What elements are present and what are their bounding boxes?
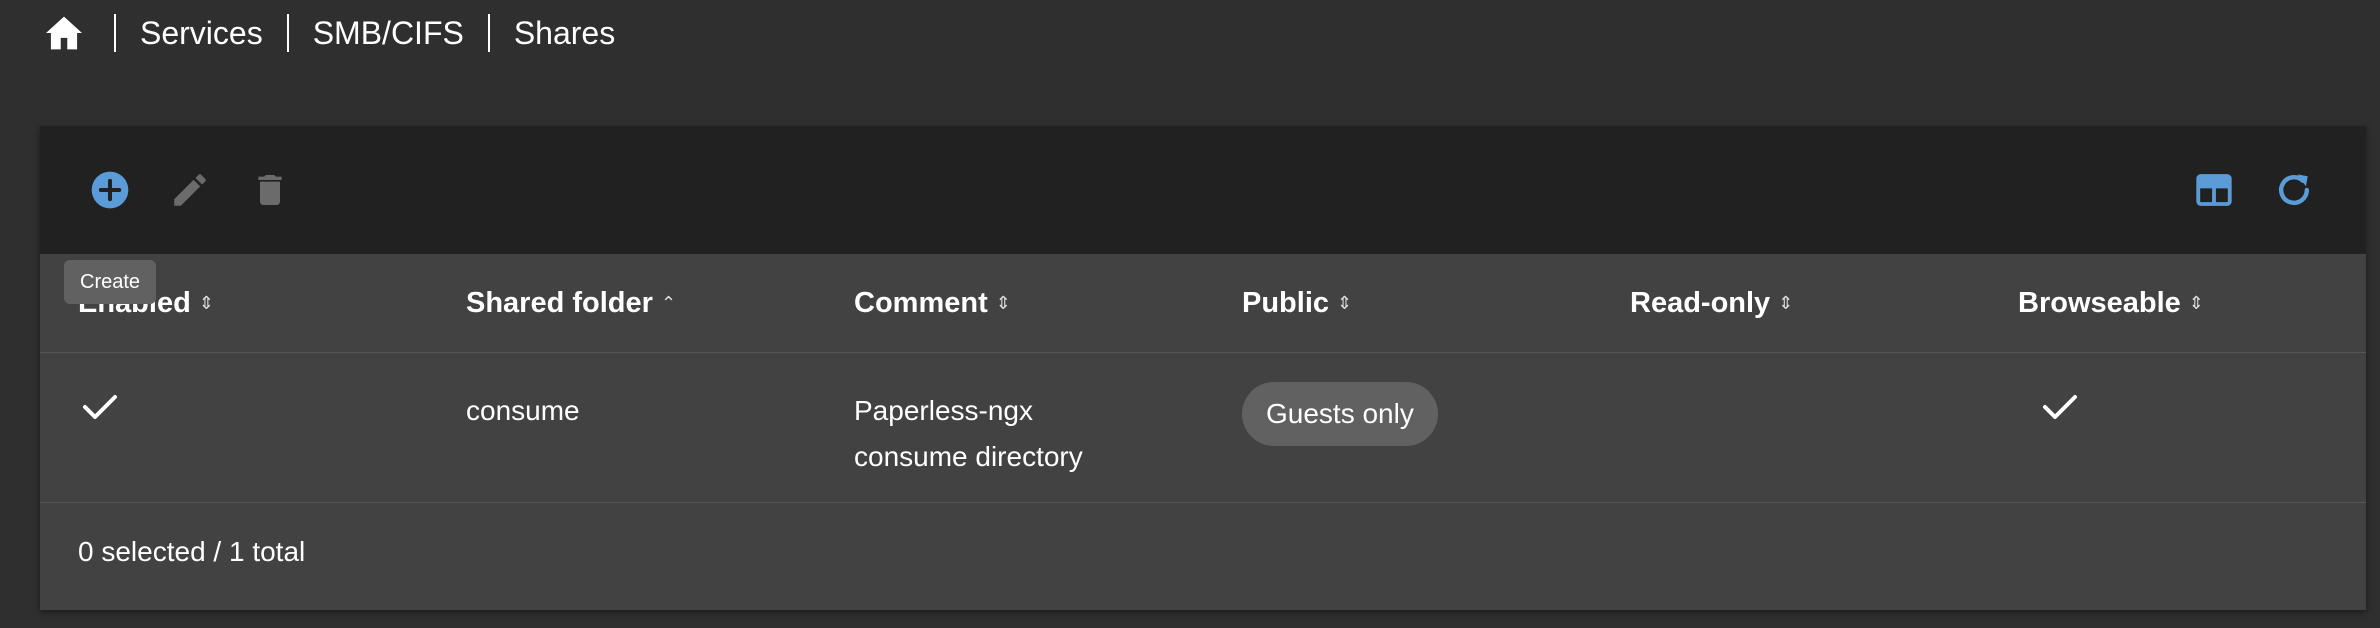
- reload-button[interactable]: [2270, 166, 2318, 214]
- pencil-icon: [174, 174, 206, 206]
- check-icon: [80, 390, 120, 438]
- check-icon: [2040, 390, 2080, 438]
- sort-icon: ⇕: [198, 292, 214, 313]
- sort-icon: ⇕: [1778, 292, 1794, 313]
- sort-icon: ⇕: [2188, 292, 2204, 313]
- column-header-comment[interactable]: Comment ⇕: [854, 254, 1011, 352]
- breadcrumb-smb-cifs[interactable]: SMB/CIFS: [313, 15, 464, 52]
- shares-table-card: Create Enabled ⇕ Shared folder ⌃ Comment…: [40, 126, 2366, 610]
- comment-line: Paperless-ngx: [854, 395, 1033, 426]
- edit-button[interactable]: [166, 166, 214, 214]
- create-button[interactable]: [86, 166, 134, 214]
- table-header: Enabled ⇕ Shared folder ⌃ Comment ⇕ Publ…: [40, 254, 2366, 353]
- column-label: Browseable: [2018, 286, 2181, 319]
- table-settings-button[interactable]: [2190, 166, 2238, 214]
- selection-summary: 0 selected / 1 total: [78, 536, 306, 567]
- home-icon[interactable]: [42, 11, 86, 55]
- breadcrumb-services[interactable]: Services: [140, 15, 263, 52]
- column-header-browseable[interactable]: Browseable ⇕: [2018, 254, 2204, 352]
- sort-ascending-icon: ⌃: [660, 292, 677, 313]
- column-header-shared-folder[interactable]: Shared folder ⌃: [466, 254, 676, 352]
- delete-button[interactable]: [246, 166, 294, 214]
- breadcrumb-separator: [286, 14, 289, 52]
- table-icon: [2196, 174, 2232, 206]
- breadcrumb-separator: [114, 14, 116, 52]
- comment-line: consume directory: [854, 441, 1083, 472]
- create-tooltip: Create: [64, 260, 157, 304]
- cell-shared-folder: consume: [466, 395, 580, 426]
- column-label: Read-only: [1630, 286, 1771, 319]
- trash-icon: [258, 175, 282, 205]
- public-status-badge: Guests only: [1242, 382, 1438, 446]
- column-label: Public: [1242, 286, 1330, 319]
- column-label: Comment: [854, 286, 988, 319]
- add-circle-icon: [91, 171, 129, 209]
- column-header-read-only[interactable]: Read-only ⇕: [1630, 254, 1793, 352]
- sort-icon: ⇕: [1337, 292, 1353, 313]
- table-toolbar: [40, 126, 2366, 254]
- column-label: Shared folder: [466, 286, 653, 319]
- cell-comment: Paperless-ngx consume directory: [854, 388, 1154, 480]
- column-header-public[interactable]: Public ⇕: [1242, 254, 1352, 352]
- breadcrumb: Services SMB/CIFS Shares: [42, 0, 615, 66]
- breadcrumb-separator: [487, 14, 490, 52]
- table-row[interactable]: consume Paperless-ngx consume directory …: [40, 352, 2366, 503]
- refresh-icon: [2278, 174, 2310, 206]
- sort-icon: ⇕: [995, 292, 1011, 313]
- breadcrumb-shares[interactable]: Shares: [514, 15, 615, 52]
